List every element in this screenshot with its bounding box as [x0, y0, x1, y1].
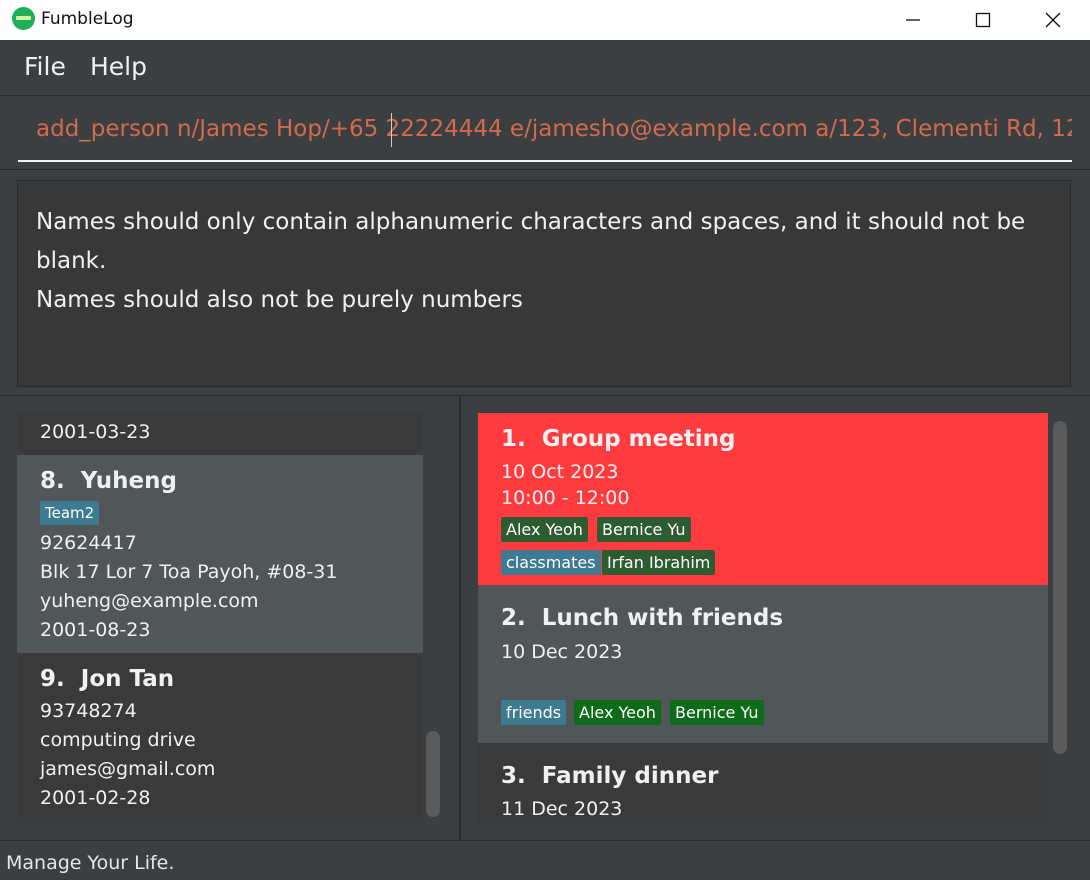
window-title: FumbleLog: [41, 9, 134, 29]
event-card-family-dinner[interactable]: 3. Family dinner 11 Dec 2023: [478, 743, 1048, 823]
title-bar: FumbleLog: [0, 0, 1090, 40]
text-caret: [391, 113, 392, 147]
person-email: james@gmail.com: [40, 758, 216, 780]
menu-file[interactable]: File: [24, 52, 66, 81]
person-birthday: 2001-02-28: [40, 787, 151, 809]
event-name: 3. Family dinner: [501, 763, 719, 789]
event-card-group-meeting[interactable]: 1. Group meeting 10 Oct 2023 10:00 - 12:…: [478, 413, 1048, 585]
status-text: Manage Your Life.: [6, 852, 175, 874]
minimize-button[interactable]: [878, 0, 948, 40]
event-person-tag: Irfan Ibrahim: [602, 550, 716, 575]
event-time: 10:00 - 12:00: [501, 487, 630, 509]
menu-help[interactable]: Help: [90, 52, 147, 81]
event-date: 10 Dec 2023: [501, 641, 623, 663]
close-icon: [1045, 12, 1061, 28]
person-phone: 93748274: [40, 700, 137, 722]
person-card-yuheng[interactable]: 8. Yuheng Team2 92624417 Blk 17 Lor 7 To…: [17, 455, 423, 653]
person-address: Blk 17 Lor 7 Toa Payoh, #08-31: [40, 561, 338, 583]
event-list-scrollbar[interactable]: [1053, 421, 1067, 754]
event-person-tag: Alex Yeoh: [574, 700, 661, 725]
command-input[interactable]: add_person n/James Hop/+65 22224444 e/ja…: [18, 96, 1072, 162]
app-logo-icon: [12, 7, 35, 30]
event-name: 1. Group meeting: [501, 426, 736, 452]
event-card-lunch-with-friends[interactable]: 2. Lunch with friends 10 Dec 2023 friend…: [478, 585, 1048, 743]
event-person-tag: Bernice Yu: [670, 700, 764, 725]
command-box: add_person n/James Hop/+65 22224444 e/ja…: [0, 95, 1090, 170]
event-person-tag: Alex Yeoh: [501, 517, 588, 542]
person-list-scrollbar[interactable]: [426, 731, 440, 817]
person-card-partial[interactable]: 2001-03-23: [17, 413, 423, 455]
event-name: 2. Lunch with friends: [501, 605, 784, 631]
person-birthday: 2001-03-23: [40, 421, 151, 443]
person-phone: 92624417: [40, 532, 137, 554]
status-bar: Manage Your Life.: [0, 840, 1090, 880]
person-email: yuheng@example.com: [40, 590, 259, 612]
person-birthday: 2001-08-23: [40, 619, 151, 641]
result-panel: Names should only contain alphanumeric c…: [0, 170, 1090, 395]
event-date: 10 Oct 2023: [501, 461, 619, 483]
maximize-button[interactable]: [948, 0, 1018, 40]
event-person-tag: Bernice Yu: [597, 517, 691, 542]
person-name: 9. Jon Tan: [40, 666, 175, 692]
person-list[interactable]: 2001-03-23 8. Yuheng Team2 92624417 Blk …: [17, 413, 423, 823]
result-message: Names should only contain alphanumeric c…: [36, 209, 1026, 313]
person-list-panel: 2001-03-23 8. Yuheng Team2 92624417 Blk …: [0, 395, 461, 840]
person-name: 8. Yuheng: [40, 468, 177, 494]
minimize-icon: [906, 19, 920, 21]
close-button[interactable]: [1018, 0, 1088, 40]
event-list-panel: 1. Group meeting 10 Oct 2023 10:00 - 12:…: [461, 395, 1090, 840]
maximize-icon: [975, 12, 991, 28]
result-display: Names should only contain alphanumeric c…: [17, 180, 1071, 387]
person-card-jon-tan[interactable]: 9. Jon Tan 93748274 computing drive jame…: [17, 653, 423, 823]
person-address: computing drive: [40, 729, 196, 751]
menu-bar: File Help: [0, 40, 1090, 95]
event-list[interactable]: 1. Group meeting 10 Oct 2023 10:00 - 12:…: [478, 413, 1048, 823]
person-tag: Team2: [40, 501, 100, 525]
command-input-text: add_person n/James Hop/+65 22224444 e/ja…: [36, 116, 1072, 142]
event-group-tag: classmates: [501, 550, 601, 575]
event-date: 11 Dec 2023: [501, 798, 623, 820]
event-group-tag: friends: [501, 700, 567, 725]
